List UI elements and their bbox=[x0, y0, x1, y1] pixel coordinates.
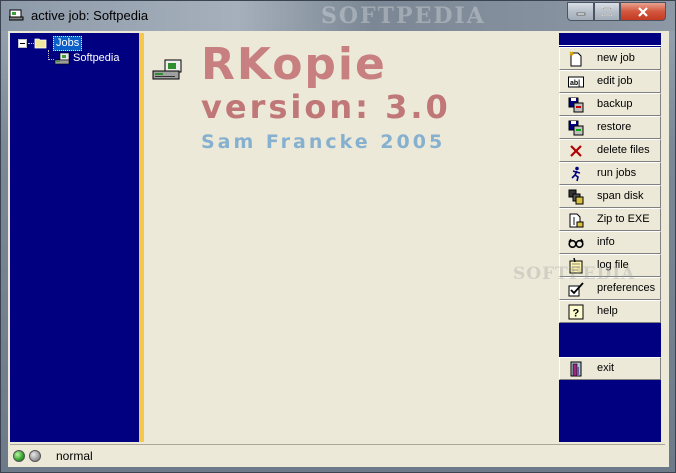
command-label: edit job bbox=[597, 75, 633, 87]
command-label: exit bbox=[597, 362, 615, 374]
softpedia-watermark: SOFTPEDIA bbox=[321, 3, 486, 29]
svg-text:ab|: ab| bbox=[570, 80, 580, 87]
info-button[interactable]: info bbox=[559, 231, 661, 254]
command-label: backup bbox=[597, 98, 633, 110]
minimize-button[interactable] bbox=[567, 2, 594, 21]
command-label: Zip to EXE bbox=[597, 213, 650, 225]
minimize-icon bbox=[576, 12, 585, 15]
span-disk-button[interactable]: span disk bbox=[559, 185, 661, 208]
app-name-heading: RKopie bbox=[201, 39, 387, 90]
exit-door-icon bbox=[568, 361, 584, 377]
backup-button[interactable]: backup bbox=[559, 93, 661, 116]
app-version-text: version: 3.0 bbox=[201, 88, 451, 126]
job-computer-icon bbox=[152, 59, 182, 80]
help-button[interactable]: ? help bbox=[559, 300, 661, 323]
new-job-button[interactable]: new job bbox=[559, 47, 661, 70]
zip-to-exe-button[interactable]: Zip to EXE bbox=[559, 208, 661, 231]
job-tree-panel[interactable]: Jobs Softpedia bbox=[10, 33, 139, 442]
status-green-led-icon bbox=[13, 450, 25, 462]
runner-icon bbox=[568, 166, 584, 182]
command-label: new job bbox=[597, 52, 635, 64]
glasses-icon bbox=[568, 235, 584, 251]
help-question-icon: ? bbox=[568, 304, 584, 320]
run-jobs-button[interactable]: run jobs bbox=[559, 162, 661, 185]
command-panel: new job ab| edit job backup restore dele… bbox=[559, 33, 661, 442]
command-label: delete files bbox=[597, 144, 650, 156]
title-bar[interactable]: active job: Softpedia SOFTPEDIA bbox=[1, 1, 675, 31]
tree-item-job[interactable]: Softpedia bbox=[73, 52, 119, 64]
client-area: Jobs Softpedia RKopie version: 3.0 Sam F… bbox=[8, 31, 669, 467]
edit-text-icon: ab| bbox=[568, 74, 584, 90]
app-author-text: Sam Francke 2005 bbox=[201, 131, 446, 153]
span-disk-icon bbox=[568, 189, 584, 205]
svg-text:?: ? bbox=[573, 307, 580, 319]
backup-icon bbox=[568, 97, 584, 113]
command-label: help bbox=[597, 305, 618, 317]
tree-item-jobs[interactable]: Jobs bbox=[53, 36, 83, 51]
maximize-icon bbox=[602, 6, 612, 16]
command-label: run jobs bbox=[597, 167, 637, 179]
command-panel-header bbox=[559, 33, 661, 46]
job-computer-icon bbox=[54, 52, 70, 65]
close-button[interactable] bbox=[620, 2, 666, 21]
status-gray-led-icon bbox=[29, 450, 41, 462]
tree-collapse-toggle[interactable] bbox=[18, 39, 27, 48]
softpedia-watermark: SOFTPEDIA bbox=[513, 264, 636, 284]
status-text: normal bbox=[56, 449, 93, 463]
maximize-button[interactable] bbox=[594, 2, 620, 21]
command-label: restore bbox=[597, 121, 632, 133]
application-window: active job: Softpedia SOFTPEDIA Jobs Sof… bbox=[0, 0, 676, 473]
open-folder-icon bbox=[34, 38, 47, 49]
close-icon bbox=[638, 6, 648, 17]
new-document-icon bbox=[568, 50, 584, 67]
command-label: span disk bbox=[597, 190, 644, 202]
window-title: active job: Softpedia bbox=[31, 8, 149, 23]
restore-icon bbox=[568, 120, 584, 136]
restore-button[interactable]: restore bbox=[559, 116, 661, 139]
app-icon bbox=[9, 9, 24, 21]
zip-icon bbox=[568, 212, 584, 228]
edit-job-button[interactable]: ab| edit job bbox=[559, 70, 661, 93]
exit-button[interactable]: exit bbox=[559, 357, 661, 380]
delete-files-button[interactable]: delete files bbox=[559, 139, 661, 162]
status-bar: normal bbox=[10, 444, 665, 465]
command-label: info bbox=[597, 236, 615, 248]
delete-x-icon bbox=[568, 143, 584, 159]
splash-area: RKopie version: 3.0 Sam Francke 2005 bbox=[144, 33, 558, 442]
